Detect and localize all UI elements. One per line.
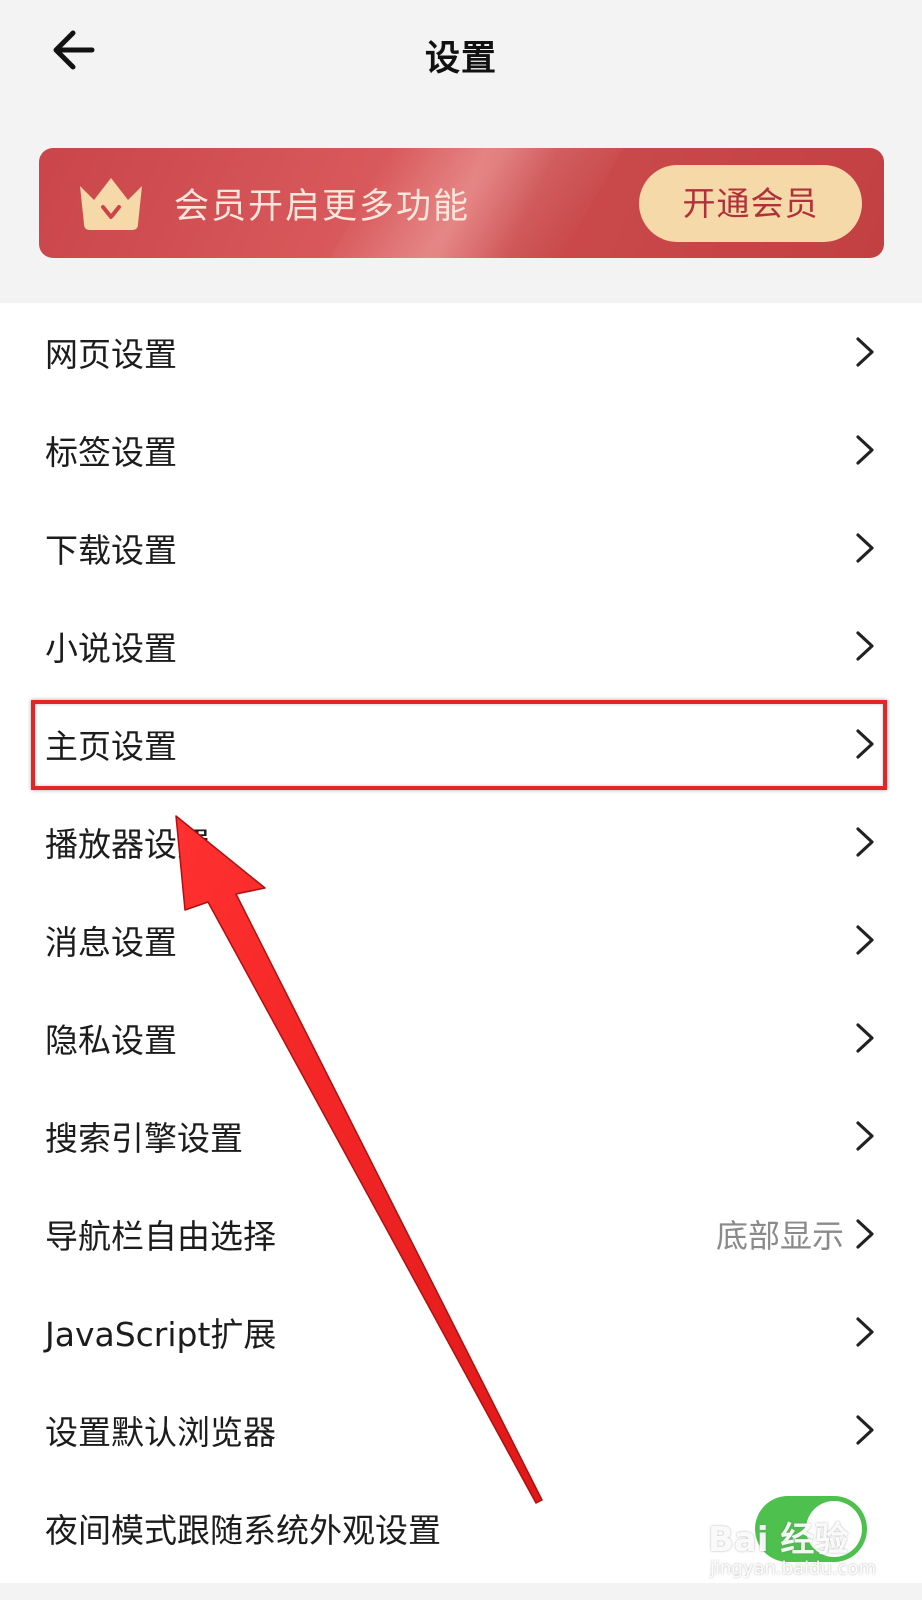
menu-item-default-browser[interactable]: 设置默认浏览器 xyxy=(0,1381,922,1479)
chevron-right-icon xyxy=(856,337,874,367)
open-membership-button[interactable]: 开通会员 xyxy=(639,165,862,242)
night-mode-toggle[interactable] xyxy=(755,1496,867,1562)
menu-item-player-settings[interactable]: 播放器设置 xyxy=(0,793,922,891)
chevron-right-icon xyxy=(856,1219,874,1249)
menu-item-privacy-settings[interactable]: 隐私设置 xyxy=(0,989,922,1087)
menu-item-label: 播放器设置 xyxy=(45,825,210,864)
menu-item-label: 网页设置 xyxy=(45,335,177,374)
chevron-right-icon xyxy=(856,925,874,955)
menu-item-homepage-settings[interactable]: 主页设置 xyxy=(0,695,922,793)
menu-item-search-engine-settings[interactable]: 搜索引擎设置 xyxy=(0,1087,922,1185)
page-title: 设置 xyxy=(424,39,497,79)
menu-item-download-settings[interactable]: 下载设置 xyxy=(0,499,922,597)
chevron-right-icon xyxy=(856,827,874,857)
chevron-right-icon xyxy=(856,1415,874,1445)
menu-item-label: 标签设置 xyxy=(45,433,177,472)
vip-promo-text: 会员开启更多功能 xyxy=(174,187,471,227)
chevron-right-icon xyxy=(856,1121,874,1151)
menu-item-navbar-selection[interactable]: 导航栏自由选择 底部显示 xyxy=(0,1185,922,1283)
menu-item-value: 底部显示 xyxy=(715,1217,844,1255)
menu-item-label: JavaScript扩展 xyxy=(45,1315,277,1354)
menu-item-label: 隐私设置 xyxy=(45,1021,177,1060)
chevron-right-icon xyxy=(856,533,874,563)
menu-item-label: 消息设置 xyxy=(45,923,177,962)
menu-item-label: 搜索引擎设置 xyxy=(45,1119,243,1158)
settings-menu: 网页设置 标签设置 下载设置 小说设置 主页设置 播放器设置 消息设置 隐私设置… xyxy=(0,303,922,1583)
chevron-right-icon xyxy=(856,1317,874,1347)
chevron-right-icon xyxy=(856,729,874,759)
menu-item-label: 导航栏自由选择 xyxy=(45,1217,276,1256)
chevron-right-icon xyxy=(856,1023,874,1053)
menu-item-label: 设置默认浏览器 xyxy=(45,1413,276,1452)
menu-item-label: 主页设置 xyxy=(45,727,177,766)
chevron-right-icon xyxy=(856,631,874,661)
menu-item-web-settings[interactable]: 网页设置 xyxy=(0,303,922,401)
menu-item-label: 下载设置 xyxy=(45,531,177,570)
menu-item-message-settings[interactable]: 消息设置 xyxy=(0,891,922,989)
menu-item-javascript-extension[interactable]: JavaScript扩展 xyxy=(0,1283,922,1381)
chevron-right-icon xyxy=(856,435,874,465)
menu-item-tab-settings[interactable]: 标签设置 xyxy=(0,401,922,499)
vip-banner[interactable]: 会员开启更多功能 开通会员 xyxy=(39,148,884,258)
crown-icon xyxy=(80,178,142,230)
header-bar: 设置 xyxy=(0,0,922,130)
menu-item-label: 小说设置 xyxy=(45,629,177,668)
menu-item-novel-settings[interactable]: 小说设置 xyxy=(0,597,922,695)
toggle-knob xyxy=(806,1501,862,1557)
menu-item-label: 夜间模式跟随系统外观设置 xyxy=(45,1511,441,1550)
